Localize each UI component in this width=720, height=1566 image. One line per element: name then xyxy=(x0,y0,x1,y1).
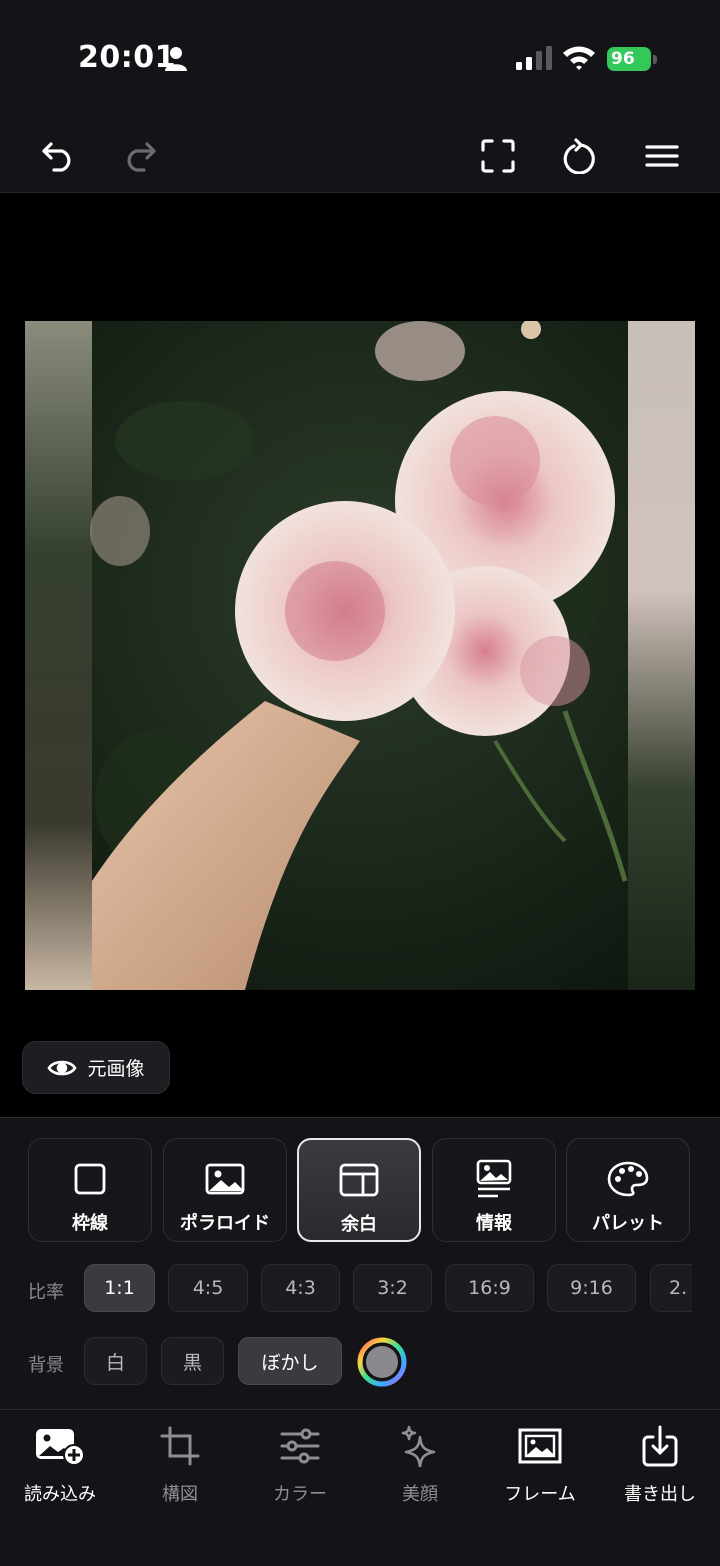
ratio-option-3-2[interactable]: 3:2 xyxy=(353,1264,432,1312)
nav-label: 書き出し xyxy=(624,1484,696,1505)
palette-icon xyxy=(607,1161,649,1197)
status-bar: 20:01 96 xyxy=(0,0,720,120)
menu-button[interactable] xyxy=(640,134,684,178)
ratio-option-partial[interactable]: 2. xyxy=(650,1264,692,1312)
sparkles-icon xyxy=(401,1425,436,1467)
image-add-icon xyxy=(36,1429,85,1466)
original-image-button[interactable]: 元画像 xyxy=(22,1041,170,1094)
nav-export[interactable]: 書き出し xyxy=(600,1424,720,1506)
image-info-icon xyxy=(476,1159,512,1198)
ratio-option-16-9[interactable]: 16:9 xyxy=(445,1264,534,1312)
frame-option-margin[interactable]: 余白 xyxy=(297,1138,421,1242)
battery-level: 96 xyxy=(607,47,651,71)
photo-preview xyxy=(25,321,695,990)
frame-option-info[interactable]: 情報 xyxy=(432,1138,556,1242)
color-wheel-icon xyxy=(357,1337,407,1387)
frame-option-label: 余白 xyxy=(341,1214,377,1235)
square-icon xyxy=(74,1163,106,1195)
ratio-label: 比率 xyxy=(28,1282,64,1303)
undo-icon xyxy=(42,142,71,172)
frame-option-label: 情報 xyxy=(476,1213,512,1234)
background-label: 背景 xyxy=(28,1355,64,1376)
nav-import[interactable]: 読み込み xyxy=(0,1424,120,1506)
nav-composition[interactable]: 構図 xyxy=(120,1424,240,1506)
fullscreen-button[interactable] xyxy=(476,134,520,178)
frame-option-label: パレット xyxy=(592,1213,664,1234)
background-option-blur[interactable]: ぼかし xyxy=(238,1337,342,1385)
frame-option-polaroid[interactable]: ポラロイド xyxy=(163,1138,287,1242)
nav-label: 美顔 xyxy=(402,1484,438,1505)
export-download-icon xyxy=(642,1425,678,1467)
nav-label: フレーム xyxy=(504,1484,576,1505)
frame-icon xyxy=(518,1428,562,1464)
hamburger-menu-icon xyxy=(645,145,679,167)
top-toolbar xyxy=(0,120,720,193)
nav-label: 読み込み xyxy=(24,1484,96,1505)
frame-option-label: 枠線 xyxy=(72,1213,108,1234)
person-icon xyxy=(165,47,187,71)
wifi-icon xyxy=(563,46,595,70)
ratio-option-9-16[interactable]: 9:16 xyxy=(547,1264,636,1312)
rotate-reset-icon xyxy=(563,138,595,174)
nav-label: 構図 xyxy=(162,1484,198,1505)
ratio-option-1-1[interactable]: 1:1 xyxy=(84,1264,155,1312)
frame-option-border[interactable]: 枠線 xyxy=(28,1138,152,1242)
ratio-options: 1:1 4:5 4:3 3:2 16:9 9:16 2. xyxy=(84,1264,692,1314)
battery-indicator: 96 xyxy=(607,47,657,71)
fullscreen-icon xyxy=(481,139,515,173)
redo-icon xyxy=(127,142,156,172)
nav-beauty[interactable]: 美顔 xyxy=(360,1424,480,1506)
nav-color[interactable]: カラー xyxy=(240,1424,360,1506)
frame-options-panel: 枠線 ポラロイド 余白 情報 パレット 比率 1:1 4:5 4:3 3:2 1… xyxy=(0,1117,720,1410)
image-icon xyxy=(205,1163,245,1195)
frame-option-palette[interactable]: パレット xyxy=(566,1138,690,1242)
frame-option-label: ポラロイド xyxy=(180,1213,270,1234)
nav-label: カラー xyxy=(273,1484,327,1505)
reset-button[interactable] xyxy=(558,134,602,178)
eye-icon xyxy=(47,1060,78,1075)
margin-layout-icon xyxy=(339,1163,379,1197)
sliders-icon xyxy=(280,1428,320,1464)
cellular-signal-icon xyxy=(516,46,552,70)
nav-frame[interactable]: フレーム xyxy=(480,1424,600,1506)
ratio-option-4-3[interactable]: 4:3 xyxy=(261,1264,340,1312)
status-time: 20:01 xyxy=(78,40,176,75)
undo-button[interactable] xyxy=(36,134,80,178)
redo-button[interactable] xyxy=(118,134,162,178)
crop-icon xyxy=(160,1426,200,1466)
bottom-navigation: 読み込み 構図 カラー 美顔 フレーム 書き出し xyxy=(0,1409,720,1566)
background-option-white[interactable]: 白 xyxy=(84,1337,147,1385)
original-image-label: 元画像 xyxy=(87,1058,145,1080)
color-picker-button[interactable] xyxy=(357,1337,407,1387)
ratio-option-4-5[interactable]: 4:5 xyxy=(168,1264,248,1312)
background-option-black[interactable]: 黒 xyxy=(161,1337,224,1385)
